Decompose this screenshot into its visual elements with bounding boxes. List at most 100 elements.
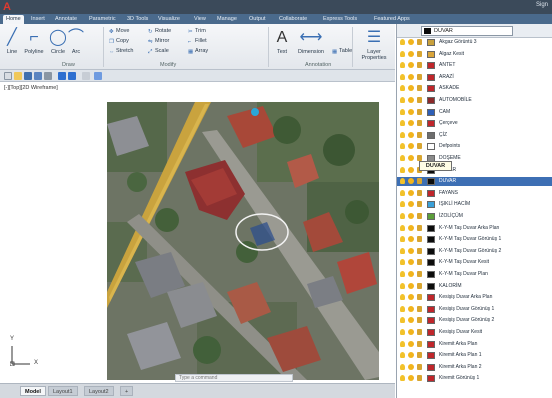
layer-freeze-sun-icon[interactable] (408, 131, 414, 138)
layer-on-bulb-icon[interactable] (400, 39, 405, 45)
layer-on-bulb-icon[interactable] (400, 305, 405, 312)
layer-freeze-sun-icon[interactable] (408, 201, 414, 208)
layer-row[interactable]: ARAZİ (397, 73, 552, 82)
stretch-tool[interactable]: ⇔ Stretch (109, 48, 133, 55)
layer-lock-icon[interactable] (417, 50, 422, 57)
tab-collaborate[interactable]: Collaborate (276, 15, 310, 24)
dimension-tool[interactable]: ⟷ Dimension (296, 27, 326, 55)
layer-on-bulb-icon[interactable] (400, 282, 405, 289)
layer-on-bulb-icon[interactable] (400, 247, 405, 254)
current-layer-select[interactable]: DUVAR (421, 26, 513, 36)
layer-on-bulb-icon[interactable] (400, 363, 405, 370)
layer-freeze-sun-icon[interactable] (408, 375, 414, 382)
tab-layout1[interactable]: Layout1 (48, 386, 78, 396)
open-icon[interactable] (14, 72, 22, 80)
layer-on-bulb-icon[interactable] (400, 375, 405, 382)
tab-layout2[interactable]: Layout2 (84, 386, 114, 396)
layer-on-bulb-icon[interactable] (400, 213, 405, 219)
layer-freeze-sun-icon[interactable] (408, 329, 414, 335)
layer-lock-icon[interactable] (417, 62, 422, 69)
layer-color-swatch[interactable] (427, 131, 435, 139)
rotate-tool[interactable]: ↻ Rotate (148, 28, 171, 35)
array-tool[interactable]: ▦ Array (188, 48, 208, 55)
layer-lock-icon[interactable] (417, 97, 422, 103)
text-tool[interactable]: A Text (272, 27, 292, 55)
layer-row[interactable]: DUVAR (397, 177, 552, 187)
layer-freeze-sun-icon[interactable] (408, 282, 414, 289)
add-layout-button[interactable]: + (120, 386, 134, 396)
layer-on-bulb-icon[interactable] (400, 236, 405, 243)
layer-row[interactable]: K-Y-M Taş Duvar Kesit (397, 258, 552, 267)
layer-lock-icon[interactable] (417, 271, 422, 277)
layer-color-swatch[interactable] (427, 271, 435, 278)
layer-freeze-sun-icon[interactable] (408, 294, 414, 301)
layer-freeze-sun-icon[interactable] (408, 155, 414, 161)
layer-color-swatch[interactable] (427, 259, 435, 267)
layer-lock-icon[interactable] (417, 120, 422, 127)
layer-freeze-sun-icon[interactable] (408, 224, 414, 231)
layer-lock-icon[interactable] (417, 189, 422, 196)
workspace-icon[interactable] (82, 72, 90, 80)
layer-row[interactable]: KALORİM (397, 282, 552, 291)
layer-freeze-sun-icon[interactable] (408, 97, 414, 103)
trim-tool[interactable]: ✂ Trim (188, 28, 206, 35)
layer-on-bulb-icon[interactable] (400, 108, 405, 115)
layer-row[interactable]: Akgaz Görüntü 3 (397, 38, 552, 47)
tab-3d-tools[interactable]: 3D Tools (124, 15, 151, 24)
layer-color-swatch[interactable] (427, 224, 435, 232)
tab-annotate[interactable]: Annotate (52, 15, 80, 24)
layer-on-bulb-icon[interactable] (400, 329, 405, 335)
layer-row[interactable]: CAM (397, 108, 552, 117)
layer-color-swatch[interactable] (427, 108, 435, 116)
new-icon[interactable] (4, 72, 12, 80)
layer-lock-icon[interactable] (417, 375, 422, 382)
mirror-tool[interactable]: ⇋ Mirror (148, 38, 169, 45)
layer-on-bulb-icon[interactable] (400, 131, 405, 138)
layer-on-bulb-icon[interactable] (400, 317, 405, 324)
layer-row[interactable]: ANTET (397, 61, 552, 70)
layer-color-swatch[interactable] (427, 39, 435, 46)
layer-row[interactable]: K-Y-M Taş Duvar Plan (397, 270, 552, 279)
layer-lock-icon[interactable] (417, 329, 422, 335)
layer-freeze-sun-icon[interactable] (408, 108, 414, 115)
save-icon[interactable] (24, 72, 32, 80)
layer-freeze-sun-icon[interactable] (408, 62, 414, 69)
layer-on-bulb-icon[interactable] (400, 352, 405, 359)
aerial-image[interactable] (107, 102, 379, 380)
layer-row[interactable]: ÇİZ (397, 131, 552, 140)
layer-on-bulb-icon[interactable] (400, 294, 405, 301)
layer-lock-icon[interactable] (417, 282, 422, 289)
layer-row[interactable]: Kiremit Arka Plan (397, 340, 552, 349)
layer-color-swatch[interactable] (427, 143, 435, 151)
layer-freeze-sun-icon[interactable] (408, 73, 414, 80)
tab-view[interactable]: View (191, 15, 209, 24)
fillet-tool[interactable]: ⌐ Fillet (188, 38, 207, 45)
layer-lock-icon[interactable] (417, 85, 422, 92)
layer-on-bulb-icon[interactable] (400, 85, 405, 92)
layer-freeze-sun-icon[interactable] (408, 213, 414, 219)
layer-freeze-sun-icon[interactable] (408, 189, 414, 196)
layer-row[interactable]: Kiremit Görünüş 1 (397, 374, 552, 383)
drawing-area[interactable]: [-][Top][2D Wireframe] Y X (0, 82, 395, 382)
layer-lock-icon[interactable] (417, 224, 422, 231)
layer-on-bulb-icon[interactable] (400, 143, 405, 150)
save-as-icon[interactable] (34, 72, 42, 80)
layer-row[interactable]: Kesişiş Duvar Kesit (397, 328, 552, 337)
layer-color-swatch[interactable] (427, 352, 435, 360)
layer-color-swatch[interactable] (427, 363, 435, 371)
layer-color-swatch[interactable] (427, 201, 435, 209)
table-tool[interactable]: ▦ Table (332, 48, 352, 55)
layer-on-bulb-icon[interactable] (400, 166, 405, 173)
redo-icon[interactable] (68, 72, 76, 80)
layer-row[interactable]: Kesişiş Duvar Arka Plan (397, 293, 552, 302)
layer-on-bulb-icon[interactable] (400, 340, 405, 347)
layer-row[interactable]: Algaz Kesit (397, 50, 552, 59)
layer-row[interactable]: Kesişiş Duvar Görünüş 1 (397, 305, 552, 314)
viewport-controls-label[interactable]: [-][Top][2D Wireframe] (4, 85, 58, 91)
layer-lock-icon[interactable] (417, 259, 422, 266)
layer-lock-icon[interactable] (417, 213, 422, 219)
scale-tool[interactable]: ⤢ Scale (148, 48, 169, 55)
tab-express-tools[interactable]: Express Tools (320, 15, 360, 24)
layer-row[interactable]: Kiremit Arka Plan 1 (397, 351, 552, 360)
layer-lock-icon[interactable] (417, 236, 422, 243)
